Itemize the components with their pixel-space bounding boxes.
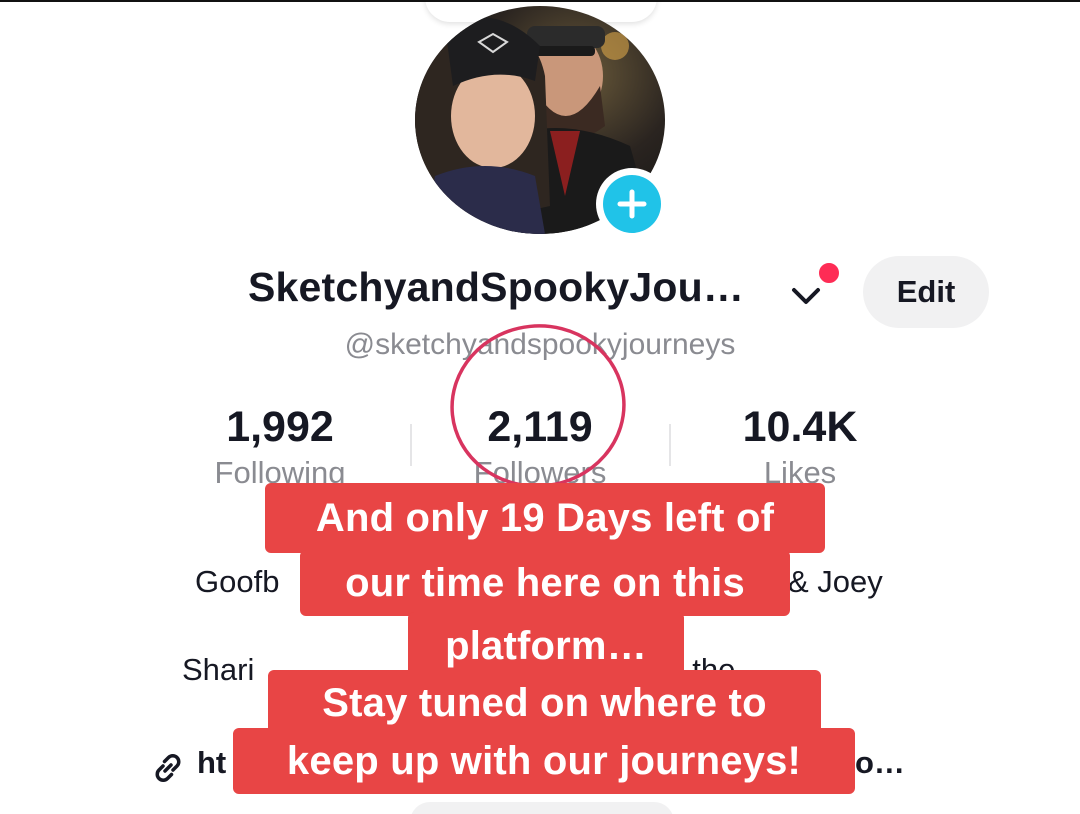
bio-line-1-start: Goofb [195,564,280,599]
likes-count: 10.4K [742,403,858,451]
bottom-pill[interactable] [410,802,674,814]
bio-link-start[interactable]: ht [197,745,226,781]
profile-screen: SketchyandSpookyJou… Edit @sketchyandspo… [0,0,1080,814]
edit-profile-button[interactable]: Edit [863,256,989,328]
caption-line-2: our time here on this [300,550,790,616]
bio-line-2-start: Shari [182,652,255,687]
caption-line-4: Stay tuned on where to [268,670,821,736]
notification-dot [816,260,842,286]
bio-line-1-end: & Joey [788,564,883,599]
caption-line-5: keep up with our journeys! [233,728,855,794]
bio-link-end[interactable]: o… [855,745,905,781]
link-icon [155,754,181,782]
annotation-circle [450,324,626,488]
add-avatar-button[interactable] [596,168,668,240]
following-count: 1,992 [226,403,334,451]
display-name: SketchyandSpookyJou… [248,264,745,310]
plus-icon [617,189,647,219]
stat-divider [410,424,412,466]
stat-following[interactable]: 1,992 Following [190,403,370,489]
chevron-down-icon[interactable] [788,280,824,310]
caption-line-1: And only 19 Days left of [265,483,825,553]
stat-divider [669,424,671,466]
stat-likes[interactable]: 10.4K Likes [710,403,890,489]
